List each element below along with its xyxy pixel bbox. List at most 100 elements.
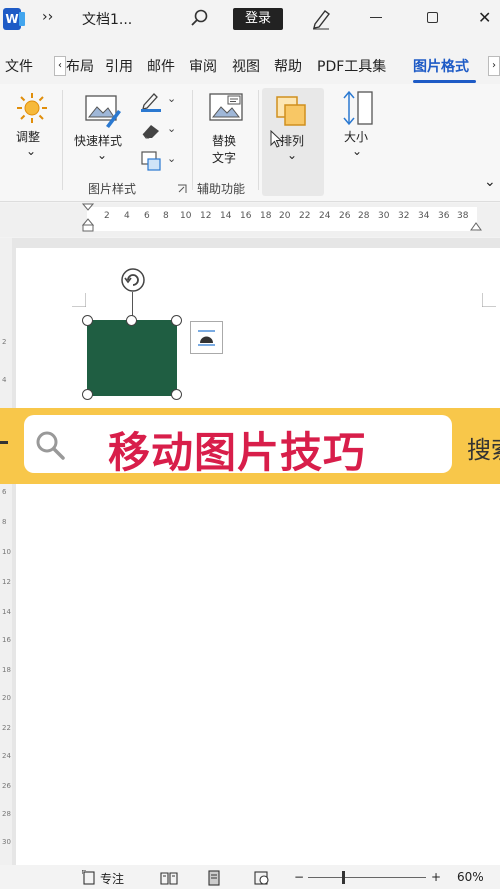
picture-style-icon bbox=[85, 95, 121, 128]
green-square-shape[interactable] bbox=[87, 320, 177, 396]
ruler-tick: 10 bbox=[180, 211, 192, 221]
title-bar: W ›› 文档1... 登录 ✕ bbox=[0, 0, 500, 38]
ruler-tick: 16 bbox=[2, 636, 11, 644]
ruler-tick: 18 bbox=[2, 666, 11, 674]
ruler-tick: 8 bbox=[163, 211, 169, 221]
accessibility-group-label: 辅助功能 bbox=[197, 182, 246, 196]
print-layout-icon[interactable] bbox=[206, 870, 222, 886]
zoom-in-button[interactable]: + bbox=[431, 870, 441, 884]
margin-corner-mark bbox=[482, 293, 496, 307]
right-indent-marker-icon[interactable] bbox=[470, 217, 482, 231]
minimize-button[interactable] bbox=[370, 17, 382, 18]
ruler-tick: 38 bbox=[457, 211, 469, 221]
divider bbox=[258, 90, 259, 190]
tab-help[interactable]: 帮助 bbox=[274, 56, 302, 76]
rotate-handle[interactable] bbox=[120, 267, 146, 297]
chevron-down-icon: ⌄ bbox=[352, 144, 363, 158]
collapse-ribbon-icon[interactable]: ⌄ bbox=[484, 174, 496, 190]
ribbon-panel: 调整 ⌄ 快速样式 ⌄ ⌄ ⌄ ⌄ 图片样式 替换 文字 辅助功能 排列 ⌄ 大… bbox=[0, 84, 500, 202]
quick-styles-label: 快速样式 bbox=[74, 134, 123, 148]
eraser-icon bbox=[142, 125, 159, 139]
login-button[interactable]: 登录 bbox=[233, 8, 283, 30]
tab-file[interactable]: 文件 bbox=[5, 56, 33, 76]
alt-text-icon bbox=[209, 93, 243, 121]
sun-icon bbox=[17, 93, 47, 123]
tab-mailings[interactable]: 邮件 bbox=[147, 56, 175, 76]
ruler-tick: 26 bbox=[2, 782, 11, 790]
chevron-down-icon: ⌄ bbox=[287, 148, 298, 162]
ruler-tick: 26 bbox=[339, 211, 351, 221]
ruler-tick: 20 bbox=[2, 694, 11, 702]
document-title[interactable]: 文档1... bbox=[82, 9, 132, 29]
web-layout-icon[interactable] bbox=[254, 870, 270, 886]
layout-options-button[interactable] bbox=[190, 321, 223, 354]
ruler-tick: 22 bbox=[299, 211, 311, 221]
resize-handle-right-bottom[interactable] bbox=[171, 389, 182, 400]
ruler-tick: 30 bbox=[378, 211, 390, 221]
chevron-down-icon: ⌄ bbox=[167, 152, 177, 165]
dialog-launcher-icon[interactable] bbox=[177, 184, 187, 194]
close-button[interactable]: ✕ bbox=[478, 8, 491, 27]
resize-handle-top-left[interactable] bbox=[82, 315, 93, 326]
ruler-tick: 10 bbox=[2, 548, 11, 556]
search-icon[interactable] bbox=[190, 8, 210, 32]
ruler-tick: 32 bbox=[398, 211, 410, 221]
ruler-tick: 20 bbox=[279, 211, 291, 221]
resize-handle-top[interactable] bbox=[126, 315, 137, 326]
margin-corner-mark bbox=[72, 293, 86, 307]
word-app-icon[interactable]: W bbox=[3, 8, 25, 30]
chevron-down-icon: ⌄ bbox=[97, 148, 108, 162]
search-banner: 移动图片技巧 搜索 bbox=[0, 408, 500, 484]
arrange-button[interactable]: 排列 ⌄ bbox=[262, 88, 324, 196]
tab-layout[interactable]: 布局 bbox=[66, 56, 94, 76]
resize-handle-top-right[interactable] bbox=[171, 315, 182, 326]
ruler-tick: 28 bbox=[2, 810, 11, 818]
chevron-down-icon: ⌄ bbox=[167, 122, 177, 135]
ruler-tick: 24 bbox=[319, 211, 331, 221]
tab-view[interactable]: 视图 bbox=[232, 56, 260, 76]
picture-styles-group-label: 图片样式 bbox=[88, 182, 137, 196]
horizontal-ruler[interactable]: 2 4 6 8 10 12 14 16 18 20 22 24 26 28 30… bbox=[0, 203, 500, 237]
quick-access-more[interactable]: ›› bbox=[42, 9, 53, 25]
zoom-slider[interactable] bbox=[308, 877, 426, 878]
banner-search-text: 移动图片技巧 bbox=[108, 428, 367, 477]
resize-handle-left-bottom[interactable] bbox=[82, 389, 93, 400]
ruler-tick: 2 bbox=[104, 211, 110, 221]
alt-text-label-line2: 文字 bbox=[212, 151, 237, 165]
tab-review[interactable]: 审阅 bbox=[189, 56, 217, 76]
ruler-tick: 4 bbox=[124, 211, 130, 221]
ruler-tick: 16 bbox=[240, 211, 252, 221]
pen-icon[interactable] bbox=[310, 6, 332, 34]
zoom-slider-thumb[interactable] bbox=[342, 871, 345, 884]
tab-picture-format[interactable]: 图片格式 bbox=[413, 56, 469, 76]
document-area[interactable]: 2 4 6 8 10 12 14 16 18 20 22 24 26 28 30 bbox=[0, 238, 500, 865]
focus-mode-button[interactable]: 专注 bbox=[100, 870, 124, 887]
adjust-label: 调整 bbox=[16, 130, 41, 144]
pen-border-icon bbox=[141, 93, 161, 112]
banner-search-box[interactable]: 移动图片技巧 bbox=[24, 415, 452, 477]
tab-pdf-tools[interactable]: PDF工具集 bbox=[317, 56, 386, 76]
ruler-tick: 12 bbox=[2, 578, 11, 586]
vertical-ruler[interactable]: 2 4 6 8 10 12 14 16 18 20 22 24 26 28 30 bbox=[0, 238, 12, 865]
tab-references[interactable]: 引用 bbox=[105, 56, 133, 76]
ruler-tick: 8 bbox=[2, 518, 7, 526]
ruler-tick: 30 bbox=[2, 838, 11, 846]
ruler-tick: 22 bbox=[2, 724, 11, 732]
ruler-tick: 24 bbox=[2, 752, 11, 760]
read-mode-icon[interactable] bbox=[160, 871, 178, 885]
size-icon bbox=[343, 90, 373, 126]
rotate-icon bbox=[121, 268, 145, 292]
ruler-tick: 4 bbox=[2, 376, 7, 384]
indent-marker-icon[interactable] bbox=[82, 203, 94, 233]
maximize-button[interactable] bbox=[427, 12, 438, 23]
ruler-tick: 36 bbox=[438, 211, 450, 221]
alt-text-label-line1: 替换 bbox=[212, 134, 237, 148]
chevron-down-icon: ⌄ bbox=[167, 92, 177, 105]
size-label: 大小 bbox=[344, 130, 369, 144]
tab-scroll-left[interactable]: ‹ bbox=[54, 56, 66, 76]
zoom-level[interactable]: 60% bbox=[457, 870, 484, 884]
ruler-tick: 28 bbox=[358, 211, 370, 221]
tab-scroll-right[interactable]: › bbox=[488, 56, 500, 76]
zoom-out-button[interactable]: − bbox=[294, 870, 304, 884]
banner-search-button[interactable]: 搜索 bbox=[467, 430, 500, 465]
